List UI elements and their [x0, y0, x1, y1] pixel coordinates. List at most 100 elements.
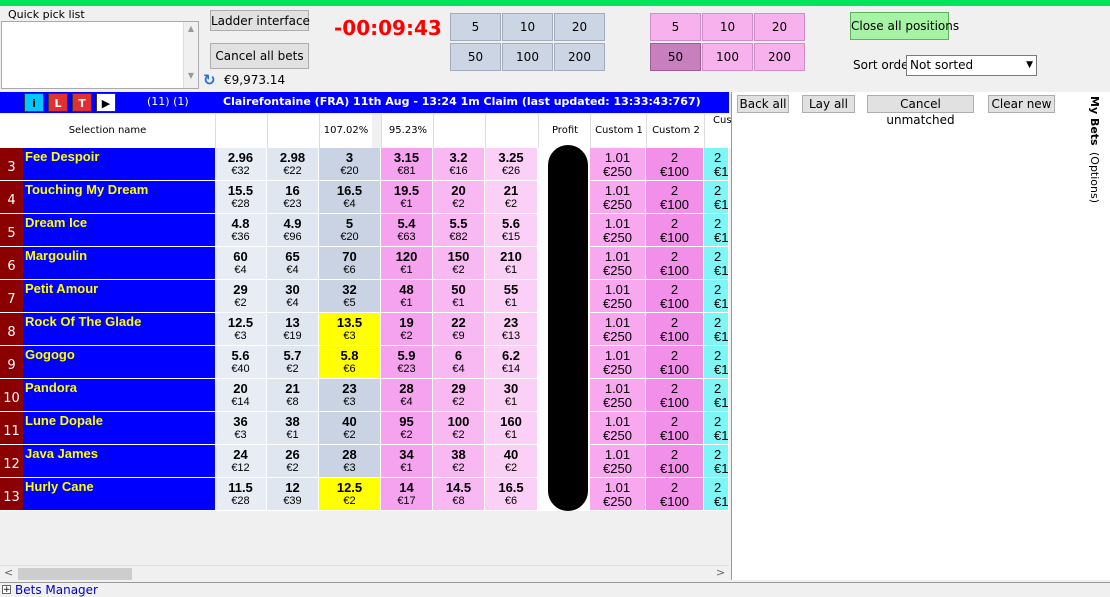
lay-price-cell[interactable]: 160 €1 — [485, 412, 538, 445]
custom-cell[interactable]: 1.01 €250 — [590, 478, 646, 511]
runner-name[interactable]: Fee Despoir — [23, 148, 215, 181]
back-price-cell[interactable]: 16.5 €4 — [319, 181, 381, 214]
quick-pick-list[interactable]: ▲ ▼ — [1, 21, 199, 89]
custom-cell[interactable]: 2 €100 — [646, 412, 704, 445]
lay-stake-button[interactable]: 50 — [650, 43, 701, 71]
custom-cell[interactable]: 1.01 €250 — [590, 313, 646, 346]
lay-price-cell[interactable]: 3.15 €81 — [381, 148, 433, 181]
lay-price-cell[interactable]: 16.5 €6 — [485, 478, 538, 511]
runner-name[interactable]: Petit Amour — [23, 280, 215, 313]
scroll-down-icon[interactable]: ▼ — [184, 71, 198, 80]
sort-order-select[interactable]: Not sorted ▼ — [906, 55, 1037, 76]
back-stake-button[interactable]: 200 — [554, 43, 605, 71]
custom-cell[interactable]: 1.01 €250 — [590, 247, 646, 280]
back-price-cell[interactable]: 4.9 €96 — [267, 214, 319, 247]
back-price-cell[interactable]: 5.7 €2 — [267, 346, 319, 379]
custom-cell[interactable]: 1.01 €250 — [590, 181, 646, 214]
grid-horizontal-scrollbar[interactable]: < > — [0, 565, 729, 582]
scroll-thumb[interactable] — [18, 568, 132, 580]
column-header-selection[interactable]: Selection name — [0, 114, 215, 148]
lay-price-cell[interactable]: 6.2 €14 — [485, 346, 538, 379]
lay-price-cell[interactable]: 3.25 €26 — [485, 148, 538, 181]
back-price-cell[interactable]: 5.6 €40 — [215, 346, 267, 379]
custom-cell[interactable]: 2 €100 — [646, 247, 704, 280]
back-stake-button[interactable]: 100 — [502, 43, 553, 71]
back-all-button[interactable]: Back all — [737, 95, 789, 113]
lay-price-cell[interactable]: 5.4 €63 — [381, 214, 433, 247]
lay-price-cell[interactable]: 28 €4 — [381, 379, 433, 412]
runner-name[interactable]: Touching My Dream — [23, 181, 215, 214]
runner-name[interactable]: Pandora — [23, 379, 215, 412]
custom-cell[interactable]: 2 €100 — [646, 280, 704, 313]
cancel-all-bets-button[interactable]: Cancel all bets — [210, 43, 309, 69]
play-icon[interactable]: ▶ — [96, 93, 116, 112]
back-price-cell[interactable]: 70 €6 — [319, 247, 381, 280]
ladder-toolbar-button[interactable]: L — [48, 93, 68, 112]
lay-price-cell[interactable]: 48 €1 — [381, 280, 433, 313]
lay-price-cell[interactable]: 19 €2 — [381, 313, 433, 346]
lay-price-cell[interactable]: 50 €1 — [433, 280, 485, 313]
lay-stake-button[interactable]: 5 — [650, 13, 701, 41]
runner-name[interactable]: Rock Of The Glade — [23, 313, 215, 346]
back-price-cell[interactable]: 40 €2 — [319, 412, 381, 445]
back-price-cell[interactable]: 38 €1 — [267, 412, 319, 445]
back-price-cell[interactable]: 11.5 €28 — [215, 478, 267, 511]
back-price-cell[interactable]: 15.5 €28 — [215, 181, 267, 214]
back-stake-button[interactable]: 5 — [450, 13, 501, 41]
custom-cell[interactable]: 2 €100 — [646, 379, 704, 412]
back-price-cell[interactable]: 13 €19 — [267, 313, 319, 346]
lay-price-cell[interactable]: 95 €2 — [381, 412, 433, 445]
trade-toolbar-button[interactable]: T — [72, 93, 92, 112]
back-price-cell[interactable]: 16 €23 — [267, 181, 319, 214]
custom-cell[interactable]: 1.01 €250 — [590, 412, 646, 445]
bets-manager-link[interactable]: Bets Manager — [15, 583, 98, 597]
cancel-unmatched-button[interactable]: Cancel unmatched — [867, 95, 974, 127]
lay-price-cell[interactable]: 19.5 €1 — [381, 181, 433, 214]
custom-cell[interactable]: 2 €1 — [704, 412, 729, 445]
runner-name[interactable]: Margoulin — [23, 247, 215, 280]
lay-stake-button[interactable]: 20 — [754, 13, 805, 41]
lay-price-cell[interactable]: 5.9 €23 — [381, 346, 433, 379]
back-stake-button[interactable]: 10 — [502, 13, 553, 41]
back-price-cell[interactable]: 29 €2 — [215, 280, 267, 313]
quick-pick-scrollbar[interactable]: ▲ ▼ — [183, 22, 198, 88]
custom-cell[interactable]: 2 €100 — [646, 478, 704, 511]
back-stake-button[interactable]: 50 — [450, 43, 501, 71]
runner-name[interactable]: Gogogo — [23, 346, 215, 379]
scroll-right-icon[interactable]: > — [716, 566, 725, 579]
back-price-cell[interactable]: 65 €4 — [267, 247, 319, 280]
lay-price-cell[interactable]: 20 €2 — [433, 181, 485, 214]
custom-cell[interactable]: 2 €1 — [704, 445, 729, 478]
custom-cell[interactable]: 2 €100 — [646, 313, 704, 346]
close-all-positions-button[interactable]: Close all positions — [850, 12, 959, 40]
custom-cell[interactable]: 2 €100 — [646, 346, 704, 379]
custom-cell[interactable]: 2 €100 — [646, 181, 704, 214]
back-price-cell[interactable]: 13.5 €3 — [319, 313, 381, 346]
back-price-cell[interactable]: 24 €12 — [215, 445, 267, 478]
lay-price-cell[interactable]: 29 €2 — [433, 379, 485, 412]
custom-cell[interactable]: 2 €100 — [646, 214, 704, 247]
lay-price-cell[interactable]: 6 €4 — [433, 346, 485, 379]
custom-cell[interactable]: 2 €100 — [646, 445, 704, 478]
back-price-cell[interactable]: 21 €8 — [267, 379, 319, 412]
custom-cell[interactable]: 2 €1 — [704, 181, 729, 214]
custom-cell[interactable]: 2 €1 — [704, 148, 729, 181]
runner-name[interactable]: Lune Dopale — [23, 412, 215, 445]
back-price-cell[interactable]: 20 €14 — [215, 379, 267, 412]
lay-stake-button[interactable]: 10 — [702, 13, 753, 41]
refresh-icon[interactable]: ↻ — [203, 72, 216, 88]
lay-price-cell[interactable]: 150 €2 — [433, 247, 485, 280]
info-toolbar-button[interactable]: i — [24, 93, 44, 112]
back-price-cell[interactable]: 30 €4 — [267, 280, 319, 313]
custom-cell[interactable]: 2 €1 — [704, 346, 729, 379]
back-price-cell[interactable]: 60 €4 — [215, 247, 267, 280]
lay-stake-button[interactable]: 200 — [754, 43, 805, 71]
lay-all-button[interactable]: Lay all — [802, 95, 855, 113]
back-price-cell[interactable]: 36 €3 — [215, 412, 267, 445]
tab-my-bets[interactable]: My Bets — [1088, 96, 1101, 146]
back-price-cell[interactable]: 12.5 €2 — [319, 478, 381, 511]
clear-new-button[interactable]: Clear new — [988, 95, 1055, 113]
back-price-cell[interactable]: 2.96 €32 — [215, 148, 267, 181]
back-price-cell[interactable]: 5.8 €6 — [319, 346, 381, 379]
lay-price-cell[interactable]: 40 €2 — [485, 445, 538, 478]
